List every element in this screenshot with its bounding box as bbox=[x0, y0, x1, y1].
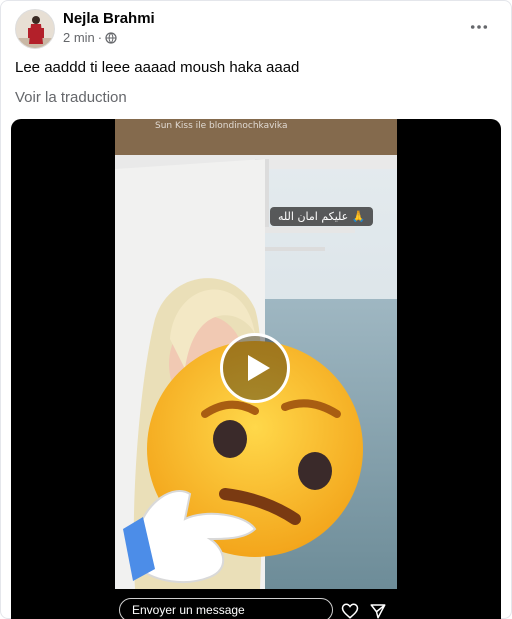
heart-icon[interactable] bbox=[341, 602, 359, 619]
message-input[interactable]: Envoyer un message bbox=[119, 598, 333, 619]
post-header: Nejla Brahmi 2 min · bbox=[11, 7, 501, 49]
post-text: Lee aaddd ti leee aaaad moush haka aaad bbox=[15, 59, 300, 76]
meta-separator: · bbox=[97, 30, 103, 45]
play-icon[interactable] bbox=[220, 333, 290, 403]
video-sticker-text: عليكم امان الله 🙏 bbox=[270, 207, 374, 226]
globe-icon bbox=[105, 31, 117, 44]
send-icon[interactable] bbox=[369, 602, 387, 619]
timestamp[interactable]: 2 min bbox=[63, 30, 95, 45]
more-dots-icon[interactable] bbox=[469, 17, 489, 37]
post-card: Nejla Brahmi 2 min · Lee aaddd ti leee a… bbox=[0, 0, 512, 619]
post-meta: 2 min · bbox=[63, 30, 117, 45]
translate-link[interactable]: Voir la traduction bbox=[15, 89, 127, 106]
avatar[interactable] bbox=[15, 9, 55, 49]
video-player[interactable]: Sun Kiss ile blondinochkavika عليكم امان… bbox=[11, 119, 501, 619]
author-name[interactable]: Nejla Brahmi bbox=[63, 10, 155, 27]
video-watermark: Sun Kiss ile blondinochkavika bbox=[155, 121, 288, 131]
